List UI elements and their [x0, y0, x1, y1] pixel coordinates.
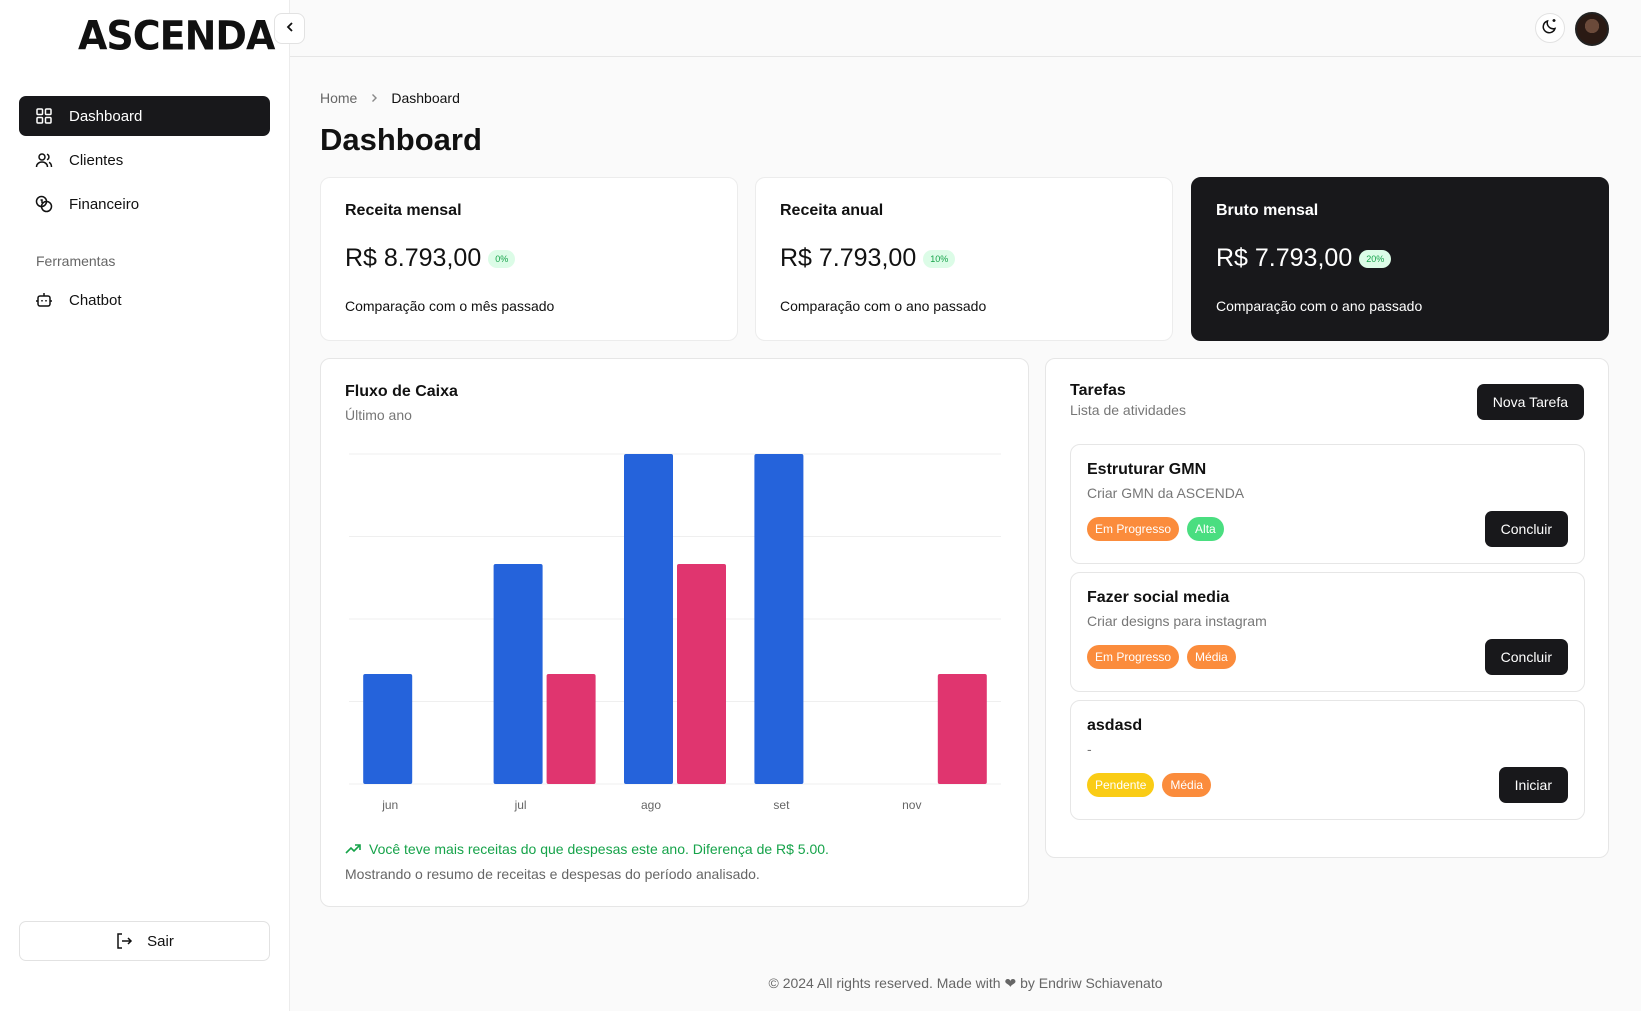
breadcrumb: Home Dashboard — [320, 90, 460, 106]
stat-badge: 10% — [923, 249, 956, 268]
sidebar-nav: Dashboard Clientes Financeiro — [19, 96, 270, 228]
page-title: Dashboard — [320, 122, 482, 157]
bar-series-pink[interactable] — [937, 674, 987, 784]
task-title: Fazer social media — [1087, 589, 1230, 606]
x-tick-label: ago — [641, 798, 661, 812]
sidebar-item-label: Dashboard — [69, 107, 143, 125]
cashflow-chart: jun jul ago set nov — [349, 453, 1001, 812]
tasks-card: Tarefas Lista de atividades Nova Tarefa … — [1045, 358, 1609, 858]
topbar — [290, 0, 1641, 57]
priority-badge: Alta — [1187, 517, 1224, 541]
sidebar: ASCENDA Dashboard Clientes Financeiro Fe… — [0, 0, 290, 1011]
bar-series-blue[interactable] — [493, 564, 543, 784]
stat-value: R$ 8.793,00 — [345, 244, 482, 272]
trending-up-icon — [345, 841, 361, 857]
task-desc: - — [1087, 741, 1092, 757]
cashflow-card: Fluxo de Caixa Último ano jun jul ago set no… — [320, 358, 1029, 907]
complete-task-button[interactable]: Concluir — [1484, 511, 1568, 547]
bar-series-blue[interactable] — [754, 454, 804, 784]
sidebar-item-label: Chatbot — [69, 291, 122, 309]
status-badge: Pendente — [1087, 773, 1155, 797]
complete-task-button[interactable]: Concluir — [1484, 639, 1568, 675]
users-icon — [35, 151, 53, 169]
task-title: Estruturar GMN — [1087, 461, 1207, 478]
sidebar-item-financeiro[interactable]: Financeiro — [19, 184, 270, 224]
stat-title: Receita mensal — [345, 202, 462, 219]
stat-desc: Comparação com o ano passado — [1216, 298, 1423, 314]
chart-footnote: Mostrando o resumo de receitas e despesa… — [345, 866, 760, 882]
sidebar-item-label: Clientes — [69, 151, 124, 169]
logo[interactable]: ASCENDA — [78, 13, 275, 59]
bot-icon — [35, 291, 53, 309]
status-badge: Em Progresso — [1087, 517, 1180, 541]
sidebar-item-label: Financeiro — [69, 195, 140, 213]
task-item: Fazer social media Criar designs para in… — [1070, 572, 1585, 692]
task-item: asdasd - Pendente Média Iniciar — [1070, 700, 1585, 820]
nav-section-label: Ferramentas — [36, 253, 116, 269]
task-item: Estruturar GMN Criar GMN da ASCENDA Em P… — [1070, 444, 1585, 564]
logout-button[interactable]: Sair — [19, 921, 270, 961]
stat-card-annual-revenue: Receita anual R$ 7.793,00 10% Comparação… — [755, 177, 1173, 341]
status-badge: Em Progresso — [1087, 645, 1180, 669]
x-tick-label: jul — [514, 798, 527, 812]
avatar[interactable] — [1575, 12, 1609, 46]
task-desc: Criar designs para instagram — [1087, 613, 1267, 629]
task-desc: Criar GMN da ASCENDA — [1087, 485, 1245, 501]
stat-badge: 0% — [488, 249, 516, 268]
chevron-left-icon — [284, 20, 296, 38]
start-task-button[interactable]: Iniciar — [1498, 767, 1568, 803]
stat-card-monthly-revenue: Receita mensal R$ 8.793,00 0% Comparação… — [320, 177, 738, 341]
stat-value: R$ 7.793,00 — [1216, 244, 1353, 272]
collapse-sidebar-button[interactable] — [274, 13, 305, 44]
theme-toggle-button[interactable] — [1535, 13, 1565, 43]
stat-card-gross-monthly: Bruto mensal R$ 7.793,00 20% Comparação … — [1191, 177, 1609, 341]
x-tick-label: set — [773, 798, 790, 812]
logout-label: Sair — [147, 932, 174, 950]
priority-badge: Média — [1162, 773, 1212, 797]
tasks-subtitle: Lista de atividades — [1070, 402, 1186, 418]
tasks-title: Tarefas — [1070, 382, 1126, 399]
bar-series-pink[interactable] — [677, 564, 726, 784]
sidebar-item-chatbot[interactable]: Chatbot — [19, 280, 270, 320]
bar-series-pink[interactable] — [546, 674, 596, 784]
stat-desc: Comparação com o mês passado — [345, 298, 555, 314]
tools-nav: Chatbot — [19, 280, 270, 324]
task-title: asdasd — [1087, 717, 1143, 734]
bar-series-blue[interactable] — [624, 454, 673, 784]
x-tick-label: jun — [381, 798, 398, 812]
chevron-right-icon — [369, 90, 379, 106]
breadcrumb-current: Dashboard — [391, 90, 460, 106]
footer: © 2024 All rights reserved. Made with ❤ … — [768, 975, 1163, 991]
grid-icon — [35, 107, 53, 125]
stat-badge: 20% — [1359, 249, 1392, 268]
priority-badge: Média — [1187, 645, 1236, 669]
sidebar-item-clientes[interactable]: Clientes — [19, 140, 270, 180]
trend-message: Você teve mais receitas do que despesas … — [345, 841, 829, 857]
sidebar-item-dashboard[interactable]: Dashboard — [19, 96, 270, 136]
logout-icon — [115, 932, 133, 950]
x-tick-label: nov — [902, 798, 921, 812]
breadcrumb-home[interactable]: Home — [320, 90, 357, 106]
moon-icon — [1541, 17, 1559, 40]
bar-series-blue[interactable] — [363, 674, 413, 784]
stat-title: Receita anual — [780, 202, 884, 219]
coins-icon — [35, 195, 53, 213]
stat-title: Bruto mensal — [1216, 202, 1319, 219]
trend-text: Você teve mais receitas do que despesas … — [369, 841, 829, 857]
new-task-button[interactable]: Nova Tarefa — [1476, 384, 1584, 420]
stat-desc: Comparação com o ano passado — [780, 298, 987, 314]
stat-value: R$ 7.793,00 — [780, 244, 917, 272]
